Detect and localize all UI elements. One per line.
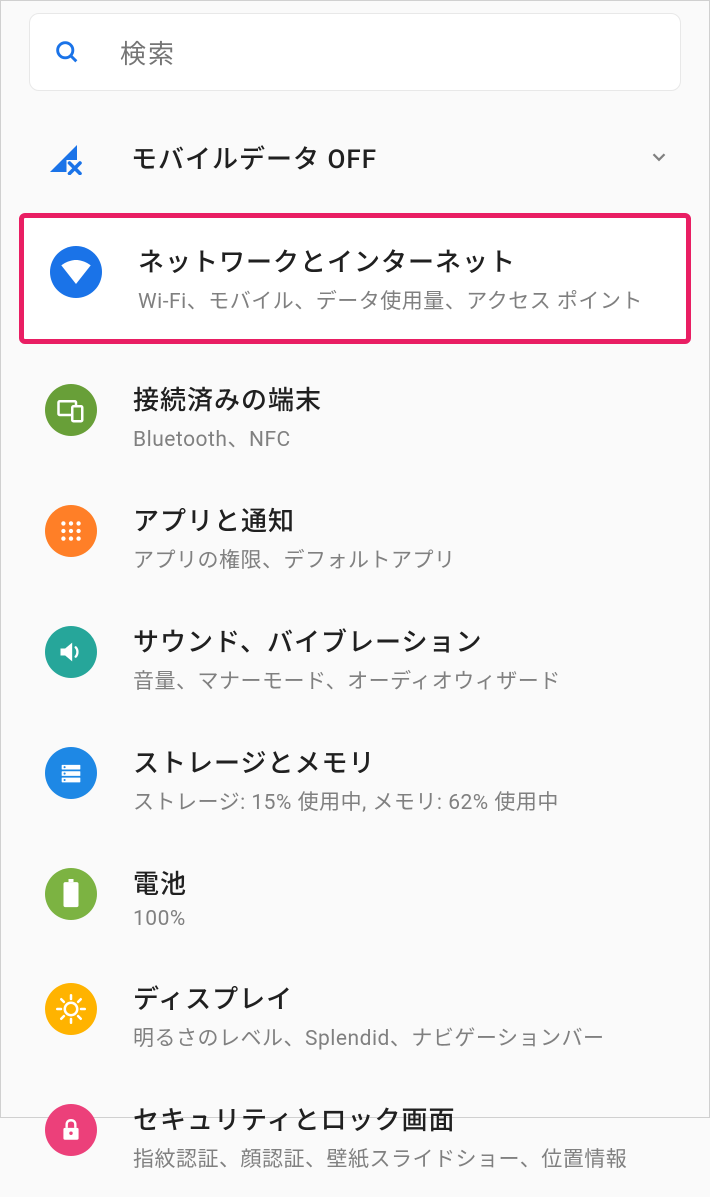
signal-off-icon <box>45 137 85 177</box>
settings-item-title: 接続済みの端末 <box>133 380 681 417</box>
battery-icon <box>45 868 97 920</box>
settings-item-network[interactable]: ネットワークとインターネット Wi-Fi、モバイル、データ使用量、アクセス ポイ… <box>24 218 686 339</box>
settings-item-storage[interactable]: ストレージとメモリ ストレージ: 15% 使用中, メモリ: 62% 使用中 <box>1 719 709 840</box>
sound-icon <box>45 626 97 678</box>
settings-item-subtitle: ストレージ: 15% 使用中, メモリ: 62% 使用中 <box>133 786 681 816</box>
search-placeholder: 検索 <box>120 34 176 71</box>
settings-item-subtitle: Wi-Fi、モバイル、データ使用量、アクセス ポイント <box>138 285 662 315</box>
chevron-down-icon <box>647 145 671 169</box>
brightness-icon <box>45 983 97 1035</box>
mobile-data-row[interactable]: モバイルデータ OFF <box>1 111 709 203</box>
settings-item-title: セキュリティとロック画面 <box>133 1100 681 1137</box>
settings-item-connected[interactable]: 接続済みの端末 Bluetooth、NFC <box>1 356 709 477</box>
devices-icon <box>45 384 97 436</box>
settings-item-subtitle: 明るさのレベル、Splendid、ナビゲーションバー <box>133 1022 681 1052</box>
settings-item-title: サウンド、バイブレーション <box>133 622 681 659</box>
storage-icon <box>45 747 97 799</box>
settings-item-title: 電池 <box>133 864 681 901</box>
settings-item-subtitle: Bluetooth、NFC <box>133 423 681 453</box>
apps-icon <box>45 505 97 557</box>
settings-item-subtitle: 100% <box>133 907 681 931</box>
settings-item-sound[interactable]: サウンド、バイブレーション 音量、マナーモード、オーディオウィザード <box>1 598 709 719</box>
highlight-box: ネットワークとインターネット Wi-Fi、モバイル、データ使用量、アクセス ポイ… <box>19 213 691 344</box>
settings-item-subtitle: 音量、マナーモード、オーディオウィザード <box>133 665 681 695</box>
settings-item-display[interactable]: ディスプレイ 明るさのレベル、Splendid、ナビゲーションバー <box>1 955 709 1076</box>
wifi-icon <box>50 246 102 298</box>
settings-item-title: ネットワークとインターネット <box>138 242 662 279</box>
settings-item-apps[interactable]: アプリと通知 アプリの権限、デフォルトアプリ <box>1 477 709 598</box>
mobile-data-label: モバイルデータ OFF <box>131 139 377 176</box>
search-icon <box>52 37 82 67</box>
settings-item-subtitle: 指紋認証、顔認証、壁紙スライドショー、位置情報 <box>133 1143 681 1173</box>
settings-item-subtitle: アプリの権限、デフォルトアプリ <box>133 544 681 574</box>
settings-item-title: アプリと通知 <box>133 501 681 538</box>
settings-item-battery[interactable]: 電池 100% <box>1 840 709 955</box>
settings-item-security[interactable]: セキュリティとロック画面 指紋認証、顔認証、壁紙スライドショー、位置情報 <box>1 1076 709 1197</box>
settings-item-title: ディスプレイ <box>133 979 681 1016</box>
search-bar[interactable]: 検索 <box>29 13 681 91</box>
lock-icon <box>45 1104 97 1156</box>
settings-item-title: ストレージとメモリ <box>133 743 681 780</box>
